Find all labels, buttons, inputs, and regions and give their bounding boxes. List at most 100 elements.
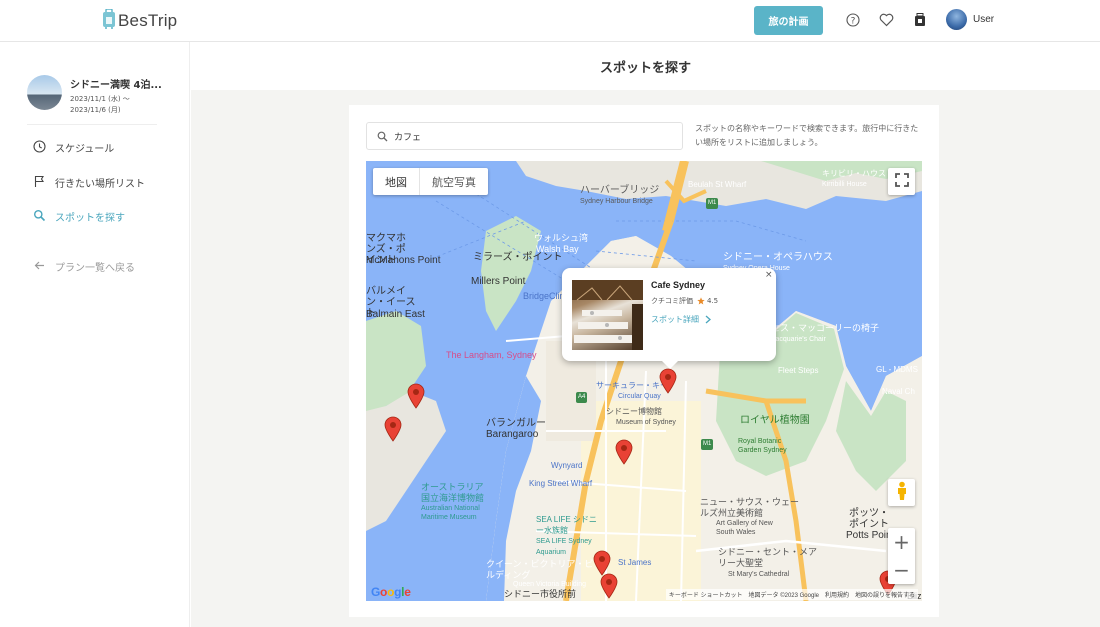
map-label-millers-point-en: Millers Point [471, 276, 526, 287]
map-label-botanic-garden: ロイヤル植物園 [740, 415, 810, 426]
google-logo[interactable]: Google [371, 585, 411, 599]
map-label-cathedral-en: St Mary's Cathedral [728, 571, 790, 578]
pegman-icon [896, 481, 908, 505]
rating-value: 4.5 [707, 297, 719, 305]
spot-detail-label: スポット詳細 [651, 315, 699, 324]
star-icon [697, 297, 705, 305]
map-label-fleet-steps: Fleet Steps [778, 366, 819, 375]
map-label-m1: M1 [706, 198, 719, 209]
map-label-beulah: Beulah St Wharf [688, 180, 747, 189]
sidebar-item-wishlist[interactable]: 行きたい場所リスト [33, 173, 145, 192]
map-marker-icon[interactable] [600, 573, 618, 599]
arrow-left-icon [33, 257, 46, 276]
fullscreen-icon [894, 172, 909, 191]
trip-plan-button[interactable]: 旅の計画 [754, 6, 823, 35]
map-label-mcmahons-point-en: McMahons Point [366, 255, 441, 266]
map-label-qvb: クイーン・ビクトリア・ビルディング [486, 559, 594, 580]
map-label-museum: シドニー博物館 [606, 407, 662, 416]
back-label: プラン一覧へ戻る [55, 263, 135, 274]
suitcase-icon [102, 8, 116, 33]
heart-icon[interactable] [878, 12, 894, 28]
map-type-map-button[interactable]: 地図 [373, 168, 419, 195]
search-icon [377, 131, 388, 142]
search-box[interactable] [366, 122, 683, 150]
map-label-sea-life-en: SEA LIFE Sydney Aquarium [536, 538, 592, 556]
search-input[interactable] [394, 131, 664, 141]
map-type-toggle: 地図 航空写真 [373, 168, 488, 195]
map-label-a4: A4 [576, 392, 588, 403]
map-label-barangaroo-en: Barangaroo [486, 429, 539, 440]
map-label-art-gallery: ニュー・サウス・ウェールズ州立美術館 [700, 497, 800, 518]
map-label-bridgeclimb: BridgeClim [523, 291, 568, 301]
sidebar-item-search-spots[interactable]: スポットを探す [33, 207, 125, 226]
fullscreen-button[interactable] [888, 168, 915, 195]
map-label-langham: The Langham, Sydney [446, 350, 537, 360]
map-label-harbour-bridge-en: Sydney Harbour Bridge [580, 198, 653, 205]
map-marker-icon[interactable] [407, 383, 425, 409]
map-label-gl-mdms: GL - MDMS [876, 365, 918, 374]
map-label-king-street-wharf: King Street Wharf [529, 479, 593, 488]
map-label-m1-south: M1 [701, 439, 714, 450]
map-label-botanic-garden-en: Royal Botanic Garden Sydney [738, 438, 787, 454]
map-label-st-james: St James [618, 558, 652, 567]
help-icon[interactable]: ? [845, 12, 861, 28]
page-title: スポットを探す [599, 60, 691, 76]
main-header: スポットを探す [191, 42, 1100, 90]
map-label-kirribilli-en: Kirribilli House [822, 181, 867, 188]
map-label-barangaroo: バランガルー [486, 418, 546, 429]
zoom-control: + − [888, 528, 915, 584]
map-marker-icon[interactable] [659, 368, 677, 394]
map-attribution[interactable]: キーボード ショートカット 地図データ ©2023 Google 利用規約 地図… [665, 589, 918, 600]
sidebar-item-label: スケジュール [55, 144, 115, 155]
trip-title: シドニー満喫 4泊... [70, 80, 162, 91]
map-label-kirribilli: キリビリ・ハウス [822, 169, 886, 178]
map-label-macquarie: ミセス・マッコーリーの椅子 [762, 323, 880, 333]
map-label-harbour-bridge: ハーバーブリッジ [580, 185, 660, 196]
map-label-opera-house: シドニー・オペラハウス [723, 252, 833, 263]
map-marker-icon[interactable] [384, 416, 402, 442]
rating-label: クチコミ評価 [651, 297, 693, 305]
close-icon[interactable]: × [765, 270, 773, 280]
map-label-wynyard: Wynyard [551, 461, 583, 470]
trip-thumbnail [27, 75, 62, 110]
sidebar-item-label: 行きたい場所リスト [55, 179, 145, 190]
map-label-balmain-east-en: Balmain East [366, 309, 425, 320]
map-label-art-gallery-en: Art Gallery of New South Wales [716, 520, 773, 536]
map-label-museum-en: Museum of Sydney [616, 419, 676, 426]
avatar [946, 9, 967, 30]
spot-rating: クチコミ評価 4.5 [651, 296, 718, 306]
trip-date-start: 2023/11/1 (水) 〜 [70, 95, 130, 103]
logo[interactable]: BesTrip [102, 8, 178, 33]
trip-summary[interactable]: シドニー満喫 4泊... 2023/11/1 (水) 〜 2023/11/6 (… [27, 75, 162, 116]
zoom-out-button[interactable]: − [888, 556, 915, 584]
map-label-maritime-museum: オーストラリア国立海洋博物館 [421, 482, 485, 503]
sidebar-item-label: スポットを探す [55, 213, 125, 224]
street-view-button[interactable] [888, 479, 915, 506]
sidebar-item-schedule[interactable]: スケジュール [33, 138, 114, 157]
search-icon [33, 207, 46, 226]
spot-name: Cafe Sydney [651, 280, 706, 290]
spot-photo [572, 280, 643, 350]
map-label-potts-point: ポッツ・ポイント [849, 508, 889, 530]
map-label-naval: Naval Ch [882, 387, 915, 396]
back-to-plans-link[interactable]: プラン一覧へ戻る [33, 257, 135, 276]
sidebar: シドニー満喫 4泊... 2023/11/1 (水) 〜 2023/11/6 (… [0, 42, 190, 627]
clock-icon [33, 138, 46, 157]
bookmark-icon[interactable] [912, 12, 928, 28]
logo-text: BesTrip [118, 11, 178, 30]
top-bar: BesTrip 旅の計画 ? User [0, 0, 1100, 42]
trip-date-end: 2023/11/6 (月) [70, 106, 121, 114]
flag-icon [33, 173, 46, 192]
user-menu[interactable]: User [946, 9, 994, 30]
map-marker-icon[interactable] [615, 439, 633, 465]
spot-info-popup: Cafe Sydney クチコミ評価 4.5 スポット詳細 × [562, 268, 776, 369]
map-label-cathedral: シドニー・セント・メアリー大聖堂 [718, 547, 818, 568]
map-type-satellite-button[interactable]: 航空写真 [419, 168, 488, 195]
map-label-circular-quay: サーキュラー・キー [596, 381, 668, 390]
map[interactable]: ハーバーブリッジ Sydney Harbour Bridge Beulah St… [366, 161, 922, 601]
zoom-in-button[interactable]: + [888, 528, 915, 556]
spot-detail-link[interactable]: スポット詳細 [651, 314, 711, 325]
svg-text:?: ? [851, 16, 856, 26]
map-label-maritime-museum-en: Australian National Maritime Museum [421, 505, 480, 521]
map-label-sea-life: SEA LIFE シドニー水族館 [536, 515, 597, 535]
